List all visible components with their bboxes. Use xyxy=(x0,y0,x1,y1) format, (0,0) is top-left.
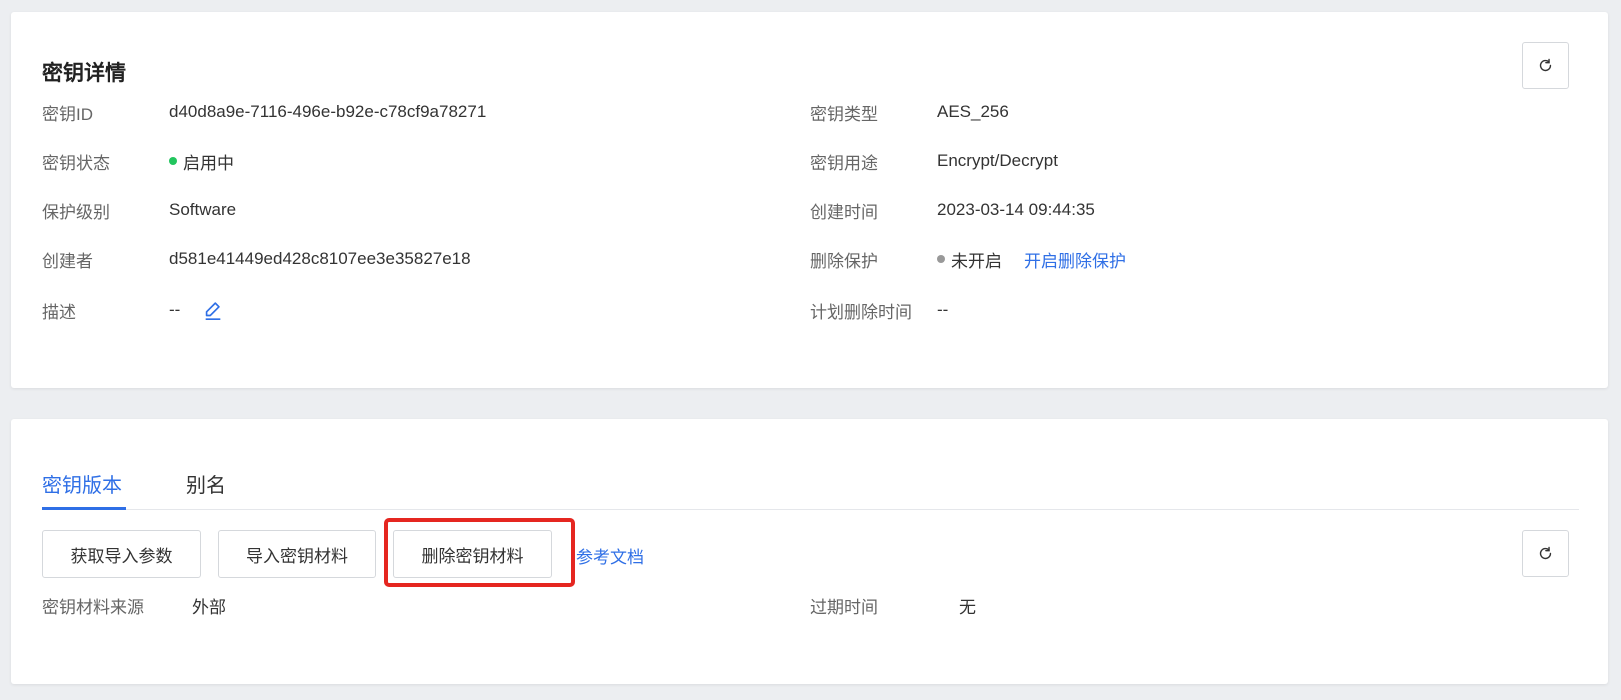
get-import-params-button[interactable]: 获取导入参数 xyxy=(42,530,201,578)
delete-protection-row: 删除保护 未开启 开启删除保护 xyxy=(810,247,1126,271)
key-usage-label: 密钥用途 xyxy=(810,153,878,173)
refresh-icon xyxy=(1539,546,1552,560)
refresh-icon xyxy=(1539,58,1552,72)
tab-aliases[interactable]: 别名 xyxy=(186,469,226,498)
protection-level-label: 保护级别 xyxy=(42,202,110,222)
enable-delete-protection-link[interactable]: 开启删除保护 xyxy=(1024,247,1126,272)
key-status-row: 密钥状态 启用中 xyxy=(42,149,234,173)
refresh-button[interactable] xyxy=(1522,42,1569,89)
tab-key-versions[interactable]: 密钥版本 xyxy=(42,469,122,498)
edit-description-button[interactable] xyxy=(202,299,224,321)
created-time-label: 创建时间 xyxy=(810,202,878,222)
key-detail-card: 密钥详情 密钥ID d40d8a9e-7116-496e-b92e-c78cf9… xyxy=(11,12,1608,388)
scheduled-delete-label: 计划删除时间 xyxy=(810,302,912,322)
reference-doc-link[interactable]: 参考文档 xyxy=(576,543,644,568)
protection-level-row: 保护级别 Software xyxy=(42,198,236,222)
key-versions-card: 密钥版本 别名 获取导入参数 导入密钥材料 删除密钥材料 参考文档 密钥材料来源… xyxy=(11,419,1608,684)
key-usage-row: 密钥用途 Encrypt/Decrypt xyxy=(810,149,1058,173)
status-dot xyxy=(169,157,177,165)
expiry-time-row: 过期时间 无 xyxy=(810,593,976,617)
key-usage-value: Encrypt/Decrypt xyxy=(937,151,1058,170)
description-label: 描述 xyxy=(42,302,76,322)
key-id-label: 密钥ID xyxy=(42,104,93,124)
import-key-material-button[interactable]: 导入密钥材料 xyxy=(218,530,376,578)
material-source-value: 外部 xyxy=(192,597,226,617)
material-source-label: 密钥材料来源 xyxy=(42,597,144,617)
key-id-value: d40d8a9e-7116-496e-b92e-c78cf9a78271 xyxy=(169,102,487,121)
creator-row: 创建者 d581e41449ed428c8107ee3e35827e18 xyxy=(42,247,471,271)
description-value: -- xyxy=(169,300,181,319)
material-source-row: 密钥材料来源 外部 xyxy=(42,593,226,617)
delete-protection-value: 未开启 xyxy=(951,251,1002,271)
scheduled-delete-row: 计划删除时间 -- xyxy=(810,298,948,322)
delete-protection-label: 删除保护 xyxy=(810,251,878,271)
expiry-time-value: 无 xyxy=(959,597,976,617)
active-tab-indicator xyxy=(42,507,126,510)
protection-level-value: Software xyxy=(169,200,237,219)
card-title: 密钥详情 xyxy=(42,62,126,85)
creator-value: d581e41449ed428c8107ee3e35827e18 xyxy=(169,249,471,268)
creator-label: 创建者 xyxy=(42,251,93,271)
key-type-label: 密钥类型 xyxy=(810,104,878,124)
key-id-row: 密钥ID d40d8a9e-7116-496e-b92e-c78cf9a7827… xyxy=(42,100,486,124)
scheduled-delete-value: -- xyxy=(937,300,949,319)
key-status-label: 密钥状态 xyxy=(42,153,110,173)
highlight-box xyxy=(384,518,575,587)
protection-status-dot xyxy=(937,255,945,263)
key-status-value: 启用中 xyxy=(183,153,234,173)
versions-refresh-button[interactable] xyxy=(1522,530,1569,577)
key-type-row: 密钥类型 AES_256 xyxy=(810,100,1009,124)
created-time-value: 2023-03-14 09:44:35 xyxy=(937,200,1095,219)
created-time-row: 创建时间 2023-03-14 09:44:35 xyxy=(810,198,1095,222)
edit-icon xyxy=(205,302,221,320)
key-type-value: AES_256 xyxy=(937,102,1009,121)
description-row: 描述 -- xyxy=(42,298,224,322)
expiry-time-label: 过期时间 xyxy=(810,597,878,617)
tab-divider xyxy=(42,509,1579,510)
